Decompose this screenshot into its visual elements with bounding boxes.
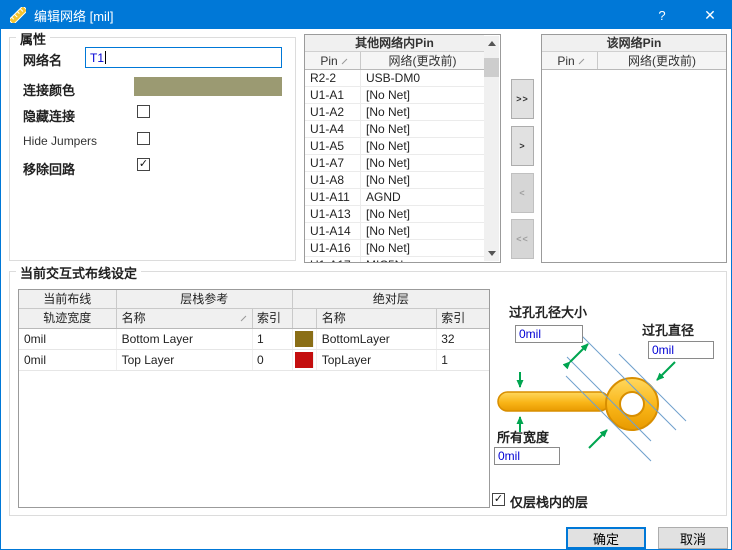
edit-net-dialog: 编辑网络 [mil] ? ✕ 属性 网络名 T1 连接颜色 隐藏连接 Hide … <box>0 0 732 550</box>
routing-group-label: 当前交互式布线设定 <box>16 263 141 282</box>
table-row[interactable]: U1-A1 [No Net] <box>305 87 484 104</box>
text-caret <box>105 51 106 64</box>
scroll-up-icon[interactable] <box>484 36 499 51</box>
move-all-left-button[interactable]: << <box>511 219 534 259</box>
other-pins-rows: R2-2 USB-DM0 U1-A1 [No Net] U1-A2 [No Ne… <box>305 70 484 263</box>
stack-layers-only-checkbox[interactable]: ✓ <box>492 493 505 506</box>
via-hole <box>620 392 644 416</box>
table-row[interactable]: U1-A14 [No Net] <box>305 223 484 240</box>
via-hole-size-input[interactable] <box>515 325 583 343</box>
table-row[interactable]: U1-A8 [No Net] <box>305 172 484 189</box>
header-abs-index[interactable]: 索引 <box>437 309 489 328</box>
layer-color-swatch <box>295 352 314 368</box>
connection-color-label: 连接颜色 <box>23 80 75 99</box>
cancel-button[interactable]: 取消 <box>658 527 728 549</box>
ruler-icon <box>10 7 26 23</box>
other-pins-title: 其他网络内Pin <box>305 35 484 52</box>
header-stack-index[interactable]: 索引 <box>253 309 293 328</box>
hide-jumpers-label: Hide Jumpers <box>23 134 97 148</box>
trace-shape <box>498 392 609 411</box>
table-row[interactable]: U1-A7 [No Net] <box>305 155 484 172</box>
net-name-value: T1 <box>90 51 104 65</box>
header-abs-name[interactable]: 名称 <box>317 309 437 328</box>
table-row[interactable]: U1-A16 [No Net] <box>305 240 484 257</box>
scroll-down-icon[interactable] <box>484 246 499 261</box>
all-widths-input[interactable] <box>494 447 560 465</box>
table-row[interactable]: U1-A17 MIC5N <box>305 257 484 263</box>
sort-asc-icon <box>341 59 347 65</box>
scrollbar-thumb[interactable] <box>484 58 499 77</box>
table-row[interactable]: R2-2 USB-DM0 <box>305 70 484 87</box>
net-pins-table: 该网络Pin Pin 网络(更改前) <box>541 34 727 263</box>
connection-color-swatch[interactable] <box>134 77 282 96</box>
hide-connection-checkbox[interactable] <box>137 105 150 118</box>
other-pins-header[interactable]: Pin 网络(更改前) <box>305 52 484 70</box>
sort-asc-icon <box>578 59 584 65</box>
header-stack-ref[interactable]: 层栈参考 <box>117 290 293 308</box>
table-row[interactable]: 0mil Top Layer 0 TopLayer 1 <box>19 350 489 371</box>
table-row[interactable]: U1-A13 [No Net] <box>305 206 484 223</box>
table-row[interactable]: U1-A2 [No Net] <box>305 104 484 121</box>
header-trace-width[interactable]: 轨迹宽度 <box>19 309 117 328</box>
routing-table: 当前布线 层栈参考 绝对层 轨迹宽度 名称 索引 名称 索引 0mil Bott… <box>18 289 490 508</box>
net-pins-title: 该网络Pin <box>542 35 726 52</box>
hide-jumpers-checkbox[interactable] <box>137 132 150 145</box>
header-stack-name[interactable]: 名称 <box>117 309 253 328</box>
properties-group: 属性 <box>9 37 296 261</box>
table-row[interactable]: 0mil Bottom Layer 1 BottomLayer 32 <box>19 329 489 350</box>
via-hole-size-label: 过孔孔径大小 <box>509 302 587 321</box>
net-name-label: 网络名 <box>23 50 62 69</box>
remove-loops-label: 移除回路 <box>23 159 75 178</box>
other-pins-table: 其他网络内Pin Pin 网络(更改前) R2-2 USB-DM0 U1-A1 … <box>304 34 501 263</box>
dialog-title: 编辑网络 [mil] <box>34 6 113 25</box>
remove-loops-checkbox[interactable]: ✓ <box>137 158 150 171</box>
col-header-net[interactable]: 网络(更改前) <box>361 52 484 69</box>
layer-color-cell <box>293 350 317 370</box>
table-row[interactable]: U1-A4 [No Net] <box>305 121 484 138</box>
stack-layers-only-label: 仅层栈内的层 <box>510 492 588 511</box>
col-header-pin[interactable]: Pin <box>305 52 361 69</box>
sort-asc-icon <box>241 316 247 322</box>
layer-color-swatch <box>295 331 314 347</box>
move-right-button[interactable]: > <box>511 126 534 166</box>
scrollbar[interactable] <box>484 36 499 261</box>
help-button[interactable]: ? <box>643 1 681 29</box>
col-header-pin[interactable]: Pin <box>542 52 598 69</box>
net-pins-header[interactable]: Pin 网络(更改前) <box>542 52 726 70</box>
properties-group-label: 属性 <box>16 29 50 48</box>
hide-connection-label: 隐藏连接 <box>23 106 75 125</box>
table-row[interactable]: U1-A11 AGND <box>305 189 484 206</box>
header-layer-color <box>293 309 317 328</box>
header-current-route[interactable]: 当前布线 <box>19 290 117 308</box>
close-button[interactable]: ✕ <box>691 1 729 29</box>
move-all-right-button[interactable]: >> <box>511 79 534 119</box>
via-diameter-label: 过孔直径 <box>642 320 694 339</box>
routing-group-headers: 当前布线 层栈参考 绝对层 <box>19 290 489 309</box>
ok-button[interactable]: 确定 <box>566 527 646 549</box>
routing-sub-headers: 轨迹宽度 名称 索引 名称 索引 <box>19 309 489 329</box>
routing-rows: 0mil Bottom Layer 1 BottomLayer 32 0mil … <box>19 329 489 371</box>
col-header-net[interactable]: 网络(更改前) <box>598 52 726 69</box>
table-row[interactable]: U1-A5 [No Net] <box>305 138 484 155</box>
via-diameter-input[interactable] <box>648 341 714 359</box>
titlebar[interactable]: 编辑网络 [mil] ? ✕ <box>1 1 731 29</box>
move-left-button[interactable]: < <box>511 173 534 213</box>
header-absolute-layer[interactable]: 绝对层 <box>293 290 489 308</box>
layer-color-cell <box>293 329 317 349</box>
all-widths-label: 所有宽度 <box>497 427 549 446</box>
net-name-input[interactable]: T1 <box>85 47 282 68</box>
